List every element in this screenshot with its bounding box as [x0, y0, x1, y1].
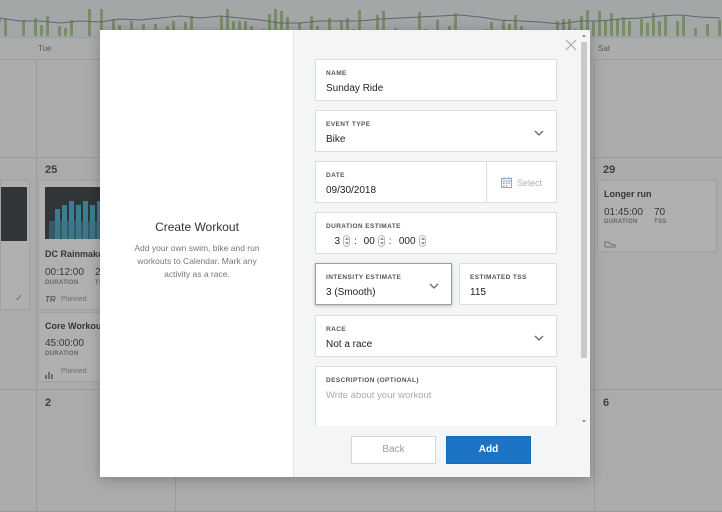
description-placeholder: Write about your workout: [326, 390, 432, 401]
back-button[interactable]: Back: [351, 436, 436, 464]
date-picker-button[interactable]: Select: [486, 161, 557, 203]
scroll-down-arrow-icon[interactable]: [581, 418, 587, 424]
date-value[interactable]: 09/30/2018: [326, 185, 376, 196]
scrollbar-thumb[interactable]: [581, 42, 587, 358]
event-type-label: EVENT TYPE: [326, 121, 371, 128]
race-value: Not a race: [326, 339, 373, 350]
race-label: RACE: [326, 326, 347, 333]
intensity-label: INTENSITY ESTIMATE: [326, 274, 402, 281]
modal-intro-panel: Create Workout Add your own swim, bike a…: [100, 30, 294, 477]
scroll-up-arrow-icon[interactable]: [581, 33, 587, 39]
duration-seconds-input[interactable]: 000: [396, 235, 426, 247]
add-button[interactable]: Add: [446, 436, 531, 464]
modal-footer: Back Add: [294, 426, 590, 477]
race-select[interactable]: RACE Not a race: [315, 315, 557, 357]
modal-description: Add your own swim, bike and run workouts…: [134, 243, 260, 279]
duration-hours-input[interactable]: 3: [326, 235, 350, 247]
calendar-icon: [501, 177, 512, 188]
duration-label: DURATION ESTIMATE: [326, 223, 401, 230]
event-type-value: Bike: [326, 134, 346, 145]
duration-minutes-input[interactable]: 00: [361, 235, 385, 247]
duration-seconds-value: 000: [398, 235, 416, 247]
duration-field[interactable]: DURATION ESTIMATE 3 : 00 : 000: [315, 212, 557, 254]
chevron-down-icon: [534, 130, 544, 136]
name-value[interactable]: Sunday Ride: [326, 83, 383, 94]
tss-field[interactable]: ESTIMATED TSS 115: [459, 263, 557, 305]
tss-label: ESTIMATED TSS: [470, 274, 527, 281]
duration-minutes-value: 00: [363, 235, 375, 247]
duration-hours-value: 3: [334, 235, 340, 247]
intensity-value: 3 (Smooth): [326, 287, 376, 298]
modal-title: Create Workout: [155, 220, 239, 234]
time-separator: :: [388, 235, 392, 247]
intensity-select[interactable]: INTENSITY ESTIMATE 3 (Smooth): [315, 263, 452, 305]
date-select-label: Select: [517, 178, 543, 188]
modal-form-panel: NAME Sunday Ride EVENT TYPE Bike DATE 09…: [294, 30, 590, 477]
name-field[interactable]: NAME Sunday Ride: [315, 59, 557, 101]
duration-inputs: 3 : 00 : 000: [326, 234, 426, 248]
description-label: DESCRIPTION (OPTIONAL): [326, 377, 419, 384]
chevron-down-icon: [429, 283, 439, 289]
tss-value[interactable]: 115: [470, 287, 486, 298]
name-label: NAME: [326, 70, 347, 77]
time-separator: :: [354, 235, 357, 247]
event-type-select[interactable]: EVENT TYPE Bike: [315, 110, 557, 152]
date-label: DATE: [326, 172, 345, 179]
date-field[interactable]: DATE 09/30/2018: [315, 161, 487, 203]
hours-spinner-icon[interactable]: [343, 235, 350, 247]
seconds-spinner-icon[interactable]: [418, 235, 426, 247]
chevron-down-icon: [534, 335, 544, 341]
create-workout-modal: Create Workout Add your own swim, bike a…: [100, 30, 590, 477]
close-icon: [565, 39, 577, 51]
minutes-spinner-icon[interactable]: [377, 235, 385, 247]
close-button[interactable]: [564, 38, 578, 52]
